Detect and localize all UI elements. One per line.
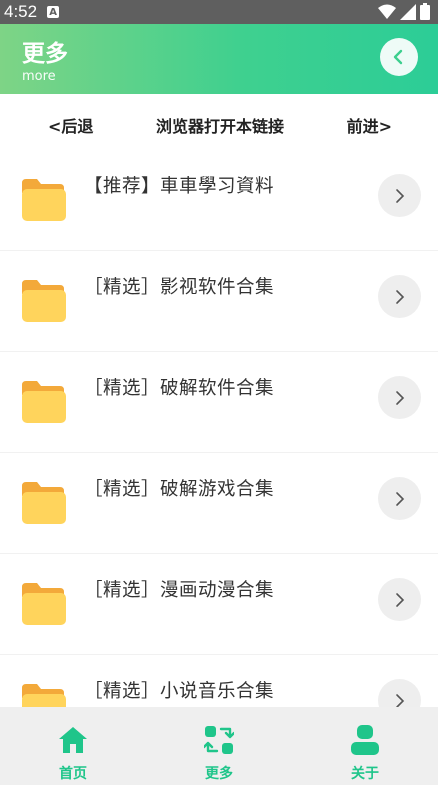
folder-icon xyxy=(22,381,66,423)
tab-about[interactable]: 关于 xyxy=(292,707,438,785)
chevron-right-icon xyxy=(395,592,404,607)
open-item-button[interactable] xyxy=(378,578,421,621)
chevron-right-icon xyxy=(395,491,404,506)
open-in-browser-link[interactable]: 浏览器打开本链接 xyxy=(156,113,284,137)
chevron-right-icon xyxy=(395,390,404,405)
swap-grid-icon xyxy=(204,726,234,754)
folder-icon xyxy=(22,280,66,322)
tab-more-label: 更多 xyxy=(205,766,233,782)
list-item[interactable]: 【推荐】車車學习資料 xyxy=(0,150,438,251)
open-item-button[interactable] xyxy=(378,376,421,419)
list-item[interactable]: ［精选］漫画动漫合集 xyxy=(0,554,438,655)
tab-home[interactable]: 首页 xyxy=(0,707,146,785)
open-item-button[interactable] xyxy=(378,174,421,217)
chevron-left-icon xyxy=(393,49,403,65)
list-item-label: ［精选］破解软件合集 xyxy=(84,378,275,399)
list-item-label: ［精选］小说音乐合集 xyxy=(84,681,275,702)
chevron-right-icon xyxy=(395,188,404,203)
folder-icon xyxy=(22,482,66,524)
signal-icon xyxy=(400,3,416,20)
tab-about-label: 关于 xyxy=(351,766,379,782)
list-item-label: ［精选］影视软件合集 xyxy=(84,277,275,298)
list-item[interactable]: ［精选］影视软件合集 xyxy=(0,251,438,352)
tab-more[interactable]: 更多 xyxy=(146,707,292,785)
list-item[interactable]: ［精选］破解软件合集 xyxy=(0,352,438,453)
open-item-button[interactable] xyxy=(378,275,421,318)
home-icon xyxy=(59,727,87,753)
folder-icon xyxy=(22,583,66,625)
page-subtitle: more xyxy=(22,69,56,84)
open-item-button[interactable] xyxy=(378,477,421,520)
bottom-nav: 首页 更多 关于 xyxy=(0,707,438,785)
nav-back-link[interactable]: <后退 xyxy=(48,113,93,137)
list-item-label: 【推荐】車車學习資料 xyxy=(84,176,275,197)
list-item-label: ［精选］漫画动漫合集 xyxy=(84,580,275,601)
page-title: 更多 xyxy=(22,41,68,67)
chevron-right-icon xyxy=(395,289,404,304)
status-time: 4:52 xyxy=(4,2,38,21)
list-item-label: ［精选］破解游戏合集 xyxy=(84,479,275,500)
status-bar: 4:52 A xyxy=(0,0,438,24)
header-bar: 更多 more xyxy=(0,24,438,94)
nav-forward-link[interactable]: 前进> xyxy=(347,113,392,137)
folder-icon xyxy=(22,179,66,221)
folder-list: 【推荐】車車學习資料 ［精选］影视软件合集 ［精选］破解软件合集 ［精选］破解游… xyxy=(0,150,438,756)
battery-icon xyxy=(420,3,430,20)
tab-home-label: 首页 xyxy=(59,766,87,782)
status-icons xyxy=(378,3,430,20)
notification-a-icon: A xyxy=(47,6,60,18)
user-icon xyxy=(351,725,379,755)
list-item[interactable]: ［精选］破解游戏合集 xyxy=(0,453,438,554)
wifi-icon xyxy=(378,4,396,19)
back-button[interactable] xyxy=(380,38,418,76)
browser-nav-row: <后退 浏览器打开本链接 前进> xyxy=(0,94,438,156)
